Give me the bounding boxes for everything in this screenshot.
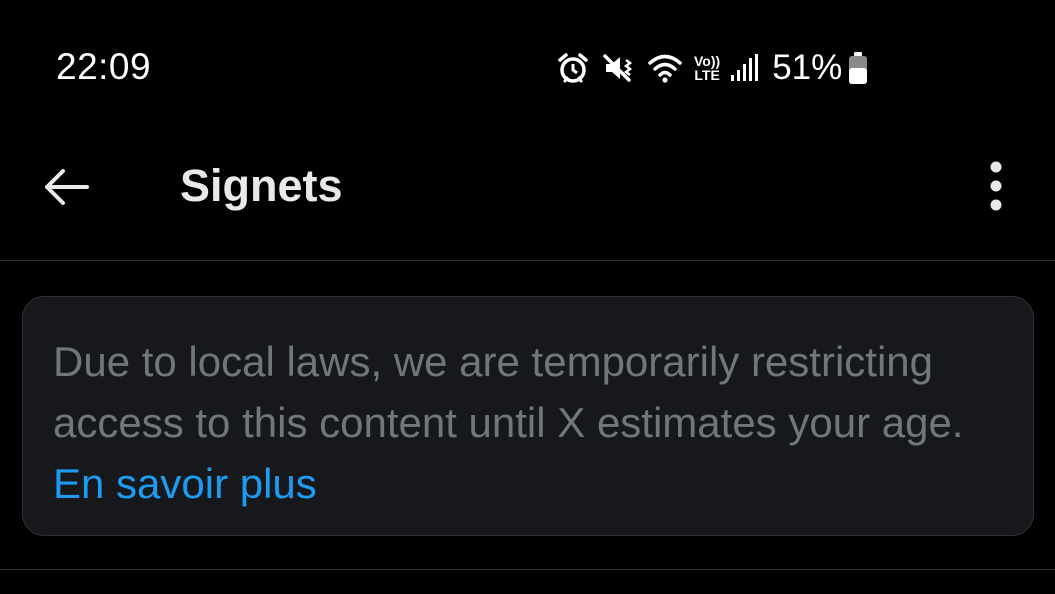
status-bar: 22:09 Vo)) LTE 51%: [0, 0, 1055, 130]
learn-more-link[interactable]: En savoir plus: [53, 460, 317, 507]
age-restriction-notice: Due to local laws, we are temporarily re…: [22, 296, 1034, 536]
divider: [0, 569, 1055, 570]
vibrate-mute-icon: [602, 51, 636, 85]
volte-bottom-label: LTE: [694, 67, 720, 83]
arrow-left-icon: [41, 167, 91, 212]
page-title: Signets: [180, 160, 343, 211]
battery-icon: [848, 51, 868, 85]
header: Signets: [0, 130, 1055, 261]
alarm-icon: [556, 51, 590, 85]
battery-percent: 51%: [772, 48, 843, 87]
more-vertical-icon: [988, 160, 1004, 217]
volte-icon: Vo)) LTE: [694, 54, 720, 82]
status-icons: Vo)) LTE 51%: [556, 48, 880, 88]
notice-text: Due to local laws, we are temporarily re…: [53, 338, 964, 446]
wifi-icon: [648, 53, 682, 83]
more-options-button[interactable]: [972, 156, 1020, 220]
notice-message: Due to local laws, we are temporarily re…: [53, 331, 1005, 514]
signal-icon: [730, 53, 759, 83]
back-button[interactable]: [36, 164, 96, 214]
status-time: 22:09: [56, 46, 152, 87]
